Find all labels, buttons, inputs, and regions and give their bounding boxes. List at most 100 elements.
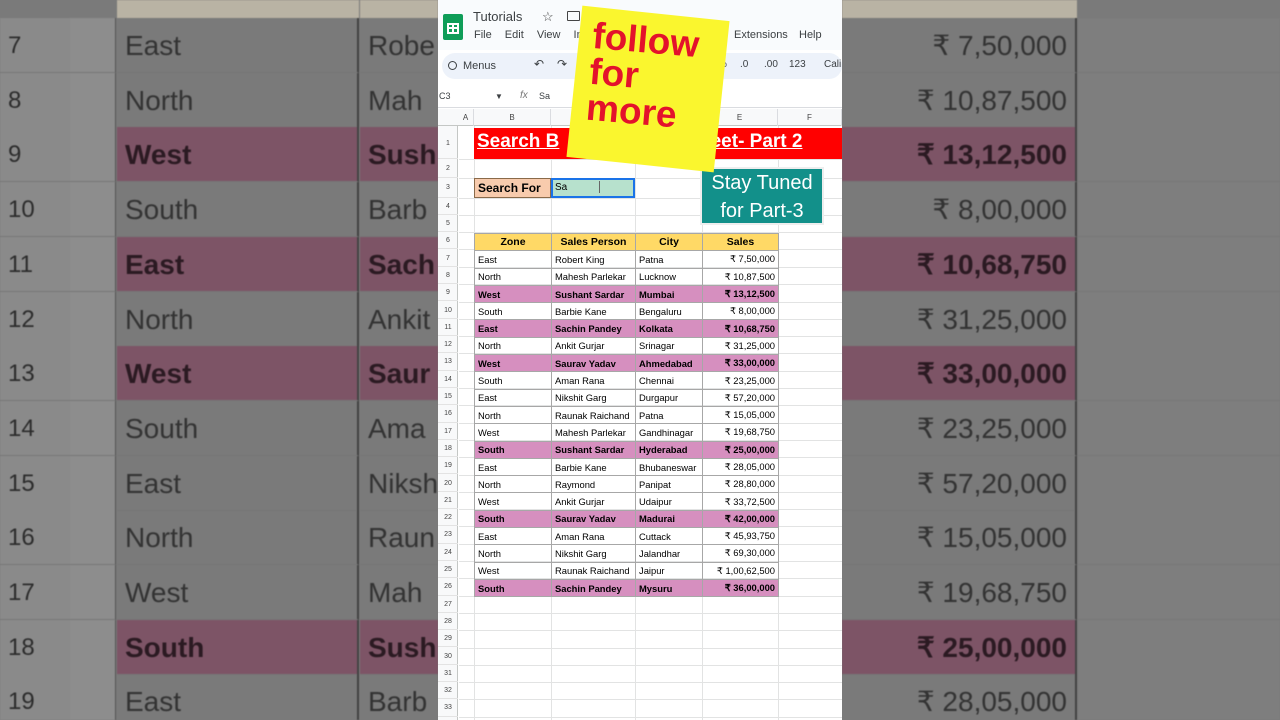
formula-input[interactable]: Sa [539,91,550,101]
cell-city[interactable]: Udaipur [635,492,703,511]
cell-city[interactable]: Hyderabad [635,440,703,459]
cell-sales[interactable]: ₹ 13,12,500 [702,284,779,304]
name-box[interactable]: C3 [439,91,451,101]
cell-zone[interactable]: West [474,561,552,580]
cell-sales[interactable]: ₹ 8,00,000 [702,302,779,321]
decrease-decimal-button[interactable]: .0 [740,59,748,70]
cell-sales-person[interactable]: Sachin Pandey [551,319,636,338]
cell-sales[interactable]: ₹ 36,00,000 [702,578,779,598]
cell-sales[interactable]: ₹ 31,25,000 [702,336,779,356]
column-header-f[interactable]: F [778,109,842,126]
folder-icon[interactable] [567,11,580,21]
cell-sales-person[interactable]: Raunak Raichand [551,561,636,580]
cell-sales-person[interactable]: Mahesh Parlekar [551,423,636,442]
cell-city[interactable]: Bhubaneswar [635,457,703,477]
cell-sales-person[interactable]: Aman Rana [551,527,636,546]
row-header-3[interactable]: 3 [438,178,458,198]
menu-file[interactable]: File [474,29,492,41]
row-header-32[interactable]: 32 [438,682,458,700]
row-header-22[interactable]: 22 [438,509,458,527]
menu-edit[interactable]: Edit [505,29,524,41]
row-header-28[interactable]: 28 [438,613,458,631]
column-header-b[interactable]: B [474,109,551,126]
cell-sales-person[interactable]: Sushant Sardar [551,284,636,304]
row-header-10[interactable]: 10 [438,302,458,319]
font-family-select[interactable]: Cali [824,59,841,70]
cell-sales[interactable]: ₹ 45,93,750 [702,527,779,546]
row-header-21[interactable]: 21 [438,492,458,510]
cell-zone[interactable]: East [474,250,552,269]
cell-zone[interactable]: North [474,336,552,356]
row-header-19[interactable]: 19 [438,457,458,475]
menu-view[interactable]: View [537,29,561,41]
row-header-11[interactable]: 11 [438,319,458,337]
row-header-17[interactable]: 17 [438,423,458,440]
row-header-18[interactable]: 18 [438,440,458,458]
cell-sales[interactable]: ₹ 42,00,000 [702,509,779,529]
cell-city[interactable]: Bengaluru [635,302,703,321]
cell-sales-person[interactable]: Mahesh Parlekar [551,267,636,286]
row-header-14[interactable]: 14 [438,371,458,388]
cell-sales-person[interactable]: Sushant Sardar [551,440,636,459]
cell-city[interactable]: Chennai [635,371,703,390]
cell-zone[interactable]: South [474,371,552,390]
cell-city[interactable]: Mysuru [635,578,703,598]
cell-zone[interactable]: East [474,527,552,546]
cell-sales-person[interactable]: Nikshit Garg [551,544,636,563]
cell-sales-person[interactable]: Raymond [551,475,636,494]
cell-city[interactable]: Cuttack [635,527,703,546]
cell-zone[interactable]: North [474,475,552,494]
cell-sales[interactable]: ₹ 15,05,000 [702,405,779,425]
cell-sales-person[interactable]: Robert King [551,250,636,269]
cell-city[interactable]: Srinagar [635,336,703,356]
row-header-4[interactable]: 4 [438,198,458,215]
row-header-13[interactable]: 13 [438,353,458,371]
row-header-20[interactable]: 20 [438,475,458,492]
row-header-27[interactable]: 27 [438,596,458,613]
row-header-25[interactable]: 25 [438,561,458,579]
cell-city[interactable]: Panipat [635,475,703,494]
cell-sales-person[interactable]: Saurav Yadav [551,354,636,373]
row-header-23[interactable]: 23 [438,526,458,544]
row-header-1[interactable]: 1 [438,128,458,159]
cell-sales-person[interactable]: Nikshit Garg [551,388,636,407]
search-input-cell[interactable]: Sa [551,178,635,198]
cell-city[interactable]: Patna [635,250,703,269]
cell-sales[interactable]: ₹ 23,25,000 [702,371,779,390]
header-city[interactable]: City [635,232,703,252]
cell-city[interactable]: Patna [635,405,703,425]
cell-sales-person[interactable]: Aman Rana [551,371,636,390]
cell-sales[interactable]: ₹ 10,87,500 [702,267,779,286]
row-header-15[interactable]: 15 [438,388,458,406]
cell-zone[interactable]: South [474,302,552,321]
search-menus-button[interactable]: Menus [448,57,496,75]
undo-icon[interactable]: ↶ [534,57,544,71]
cell-sales[interactable]: ₹ 10,68,750 [702,319,779,338]
cell-city[interactable]: Gandhinagar [635,423,703,442]
cell-sales[interactable]: ₹ 28,80,000 [702,475,779,494]
cell-zone[interactable]: South [474,440,552,459]
row-header-2[interactable]: 2 [438,159,458,178]
cell-sales-person[interactable]: Ankit Gurjar [551,336,636,356]
cell-sales-person[interactable]: Sachin Pandey [551,578,636,598]
cell-sales-person[interactable]: Saurav Yadav [551,509,636,529]
cell-zone[interactable]: South [474,509,552,529]
cell-zone[interactable]: West [474,354,552,373]
cell-zone[interactable]: East [474,319,552,338]
cell-sales[interactable]: ₹ 25,00,000 [702,440,779,459]
cell-city[interactable]: Kolkata [635,319,703,338]
more-formats-button[interactable]: 123 [789,59,806,70]
cell-sales-person[interactable]: Ankit Gurjar [551,492,636,511]
cell-zone[interactable]: West [474,492,552,511]
cell-sales-person[interactable]: Raunak Raichand [551,405,636,425]
cell-sales-person[interactable]: Barbie Kane [551,457,636,477]
row-header-5[interactable]: 5 [438,215,458,232]
row-header-30[interactable]: 30 [438,648,458,665]
star-icon[interactable]: ☆ [542,9,554,25]
row-header-16[interactable]: 16 [438,405,458,423]
document-title[interactable]: Tutorials [473,9,522,24]
row-header-12[interactable]: 12 [438,336,458,354]
menu-help[interactable]: Help [799,29,822,41]
cell-zone[interactable]: North [474,544,552,563]
row-header-9[interactable]: 9 [438,284,458,302]
